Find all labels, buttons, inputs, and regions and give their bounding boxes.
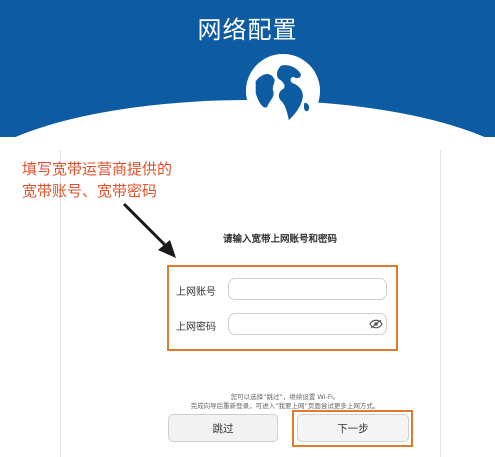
account-input[interactable] [228, 278, 387, 300]
header-banner: 网络配置 [0, 0, 495, 137]
password-input[interactable] [228, 313, 387, 335]
password-label: 上网密码 [176, 322, 216, 333]
next-button[interactable]: 下一步 [297, 414, 409, 442]
globe-icon [245, 53, 321, 129]
eye-icon[interactable] [369, 319, 383, 329]
panel-border-right [440, 150, 441, 457]
account-label: 上网账号 [176, 287, 216, 298]
page-title: 网络配置 [197, 16, 298, 44]
annotation-line-1: 填写宽带运营商提供的 [22, 160, 173, 178]
annotation-note: 填写宽带运营商提供的 宽带账号、宽带密码 [22, 158, 222, 202]
skip-notice-line-2: 完成向导后重新登录，可进入“我要上网”页面尝试更多上网方式。 [190, 402, 380, 410]
skip-button[interactable]: 跳过 [168, 414, 278, 442]
form-heading: 请输入宽带上网账号和密码 [222, 234, 337, 245]
